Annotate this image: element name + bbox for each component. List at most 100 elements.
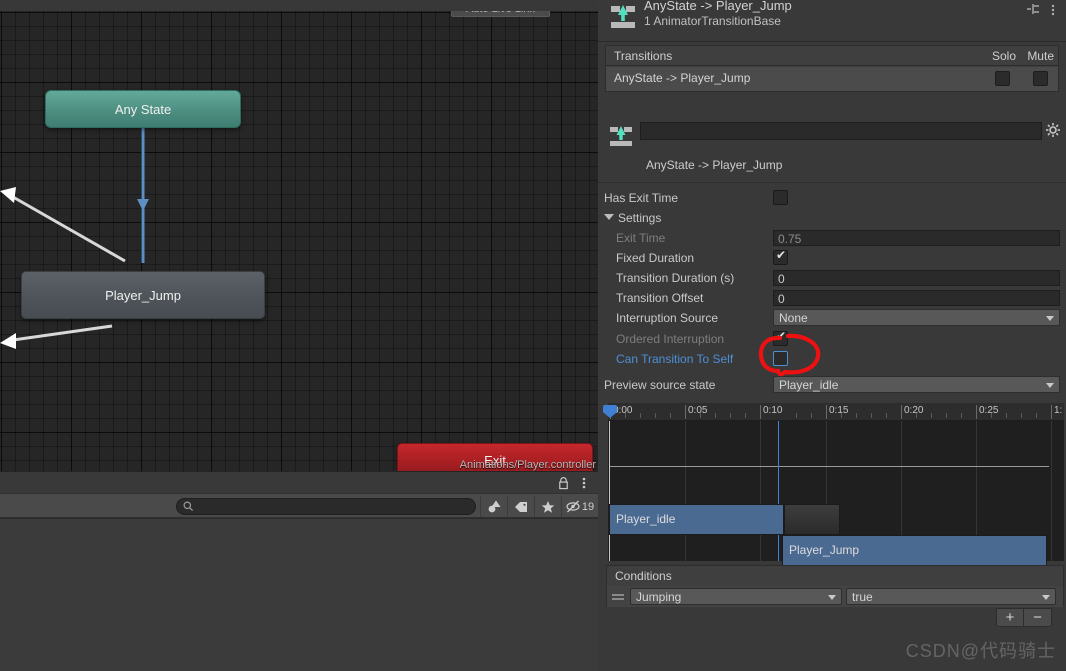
transition-list-item[interactable]: AnyState -> Player_Jump	[606, 67, 1058, 91]
header-divider	[598, 41, 1066, 42]
project-browser-toolbar: 19	[0, 493, 598, 518]
fixed-duration-checkbox[interactable]	[773, 248, 788, 265]
inspector-subtitle: 1 AnimatorTransitionBase	[644, 14, 781, 28]
has-exit-time-checkbox[interactable]	[773, 190, 788, 205]
property-label: Preview source state	[604, 378, 716, 392]
state-node-player-jump[interactable]: Player_Jump	[21, 271, 265, 319]
property-row-transition-duration: Transition Duration (s) 0	[598, 268, 1066, 288]
kebab-menu-icon[interactable]	[1048, 3, 1058, 17]
exit-time-value: 0.75	[778, 232, 802, 246]
property-row-can-transition-to-self: Can Transition To Self	[598, 349, 1066, 369]
property-label: Transition Duration (s)	[616, 271, 735, 285]
preview-source-state-value: Player_idle	[779, 378, 839, 392]
state-node-any-state[interactable]: Any State	[45, 90, 241, 128]
property-row-exit-time: Exit Time 0.75	[598, 228, 1066, 248]
property-label: Fixed Duration	[616, 251, 695, 265]
transition-name-field[interactable]	[640, 122, 1042, 140]
can-transition-to-self-checkbox[interactable]	[773, 351, 788, 366]
ruler-tick-label: 0:10	[763, 405, 783, 416]
transitions-title: Transitions	[614, 49, 673, 63]
mute-column-label: Mute	[1027, 49, 1054, 63]
state-node-label: Any State	[114, 101, 172, 117]
chevron-down-icon	[1042, 595, 1050, 600]
gear-icon[interactable]	[1045, 122, 1061, 138]
kebab-menu-icon[interactable]	[578, 476, 590, 490]
interruption-source-value: None	[779, 311, 808, 325]
property-label: Interruption Source	[616, 311, 719, 325]
type-filter-glyph	[488, 500, 500, 513]
transitions-list-panel: Transitions Solo Mute AnyState -> Player…	[605, 45, 1059, 92]
ordered-interruption-checkbox[interactable]	[773, 329, 788, 346]
interruption-source-dropdown[interactable]: None	[773, 309, 1060, 326]
property-label: Can Transition To Self	[616, 352, 734, 366]
property-row-transition-offset: Transition Offset 0	[598, 288, 1066, 308]
project-browser-body[interactable]	[0, 518, 598, 671]
condition-parameter-dropdown[interactable]: Jumping	[630, 588, 842, 605]
transition-list-item-label: AnyState -> Player_Jump	[614, 71, 751, 85]
type-filter-icon[interactable]	[480, 496, 507, 517]
transition-duration-value: 0	[778, 272, 785, 286]
property-row-preview-source-state: Preview source state Player_idle	[598, 375, 1066, 395]
lock-icon[interactable]	[557, 476, 570, 490]
transition-name-row: AnyState -> Player_Jump	[598, 118, 1066, 174]
drag-handle-icon[interactable]	[612, 594, 624, 596]
preview-source-state-dropdown[interactable]: Player_idle	[773, 376, 1060, 393]
chevron-down-icon	[1046, 316, 1054, 321]
star-glyph	[541, 500, 555, 513]
property-row-settings[interactable]: Settings	[598, 208, 1066, 228]
watermark: CSDN@代码骑士	[905, 641, 1056, 661]
condition-value-text: true	[852, 590, 873, 604]
ruler-tick-label: 0:05	[688, 405, 708, 416]
transitions-list-header: Transitions Solo Mute	[606, 46, 1058, 66]
clip-label: Player_idle	[616, 512, 676, 526]
conditions-title: Conditions	[615, 569, 672, 583]
hidden-filter-button[interactable]: 19	[561, 496, 598, 517]
clip-label: Player_Jump	[789, 543, 860, 557]
collapse-icon[interactable]	[1026, 3, 1040, 15]
condition-row: Jumping true	[607, 586, 1063, 607]
transition-arrows	[0, 118, 149, 349]
chevron-down-icon	[828, 595, 836, 600]
chevron-down-icon	[1046, 383, 1054, 388]
label-filter-icon[interactable]	[507, 496, 534, 517]
inspector-header: AnyState -> Player_Jump 1 AnimatorTransi…	[598, 0, 1066, 41]
animation-preview-timeline[interactable]: 0:00 0:05 0:10 0:15 0:20 0:25 1: Player_…	[603, 403, 1064, 566]
solo-column-label: Solo	[991, 49, 1016, 63]
timeline-clip-player-jump[interactable]: Player_Jump	[782, 535, 1047, 566]
property-label: Ordered Interruption	[616, 332, 725, 346]
animation-curve	[609, 466, 1049, 467]
solo-checkbox[interactable]	[995, 71, 1010, 86]
remove-condition-button[interactable]: −	[1024, 608, 1052, 627]
timeline-body[interactable]: Player_idle Player_Jump	[603, 405, 1064, 566]
search-input[interactable]	[176, 498, 476, 515]
condition-value-dropdown[interactable]: true	[846, 588, 1056, 605]
label-filter-glyph	[514, 501, 527, 512]
property-label: Transition Offset	[616, 291, 704, 305]
property-label: Has Exit Time	[604, 191, 679, 205]
transition-duration-field[interactable]: 0	[773, 270, 1060, 286]
mute-checkbox[interactable]	[1033, 71, 1048, 86]
add-condition-button[interactable]: +	[996, 608, 1024, 627]
ruler-tick-label: 0:15	[829, 405, 849, 416]
property-row-ordered-interruption: Ordered Interruption	[598, 329, 1066, 349]
eye-off-icon	[566, 500, 580, 513]
timeline-clip-tail[interactable]	[784, 504, 840, 535]
state-node-label: Player_Jump	[105, 287, 181, 303]
ruler-tick-label: 1:	[1054, 405, 1063, 416]
secondary-playhead[interactable]	[778, 421, 779, 561]
exit-time-field[interactable]: 0.75	[773, 230, 1060, 246]
timeline-clip-player-idle[interactable]: Player_idle	[609, 504, 784, 535]
property-label: Exit Time	[616, 231, 666, 245]
inspector-title: AnyState -> Player_Jump	[644, 0, 792, 13]
conditions-panel: Conditions Jumping true	[606, 565, 1064, 607]
star-icon[interactable]	[534, 496, 561, 517]
hidden-count-label: 19	[581, 500, 595, 513]
timeline-ruler[interactable]: 0:00 0:05 0:10 0:15 0:20 0:25 1:	[608, 403, 1064, 421]
transition-offset-field[interactable]: 0	[773, 290, 1060, 306]
playhead-line[interactable]	[603, 405, 617, 561]
chevron-down-icon[interactable]	[604, 214, 614, 220]
transition-display-name: AnyState -> Player_Jump	[646, 158, 783, 172]
animator-state-machine-canvas[interactable]: Auto Live Link Any State Player_Jump Exi…	[0, 11, 598, 471]
transition-offset-value: 0	[778, 292, 785, 306]
property-row-has-exit-time: Has Exit Time	[598, 188, 1066, 208]
